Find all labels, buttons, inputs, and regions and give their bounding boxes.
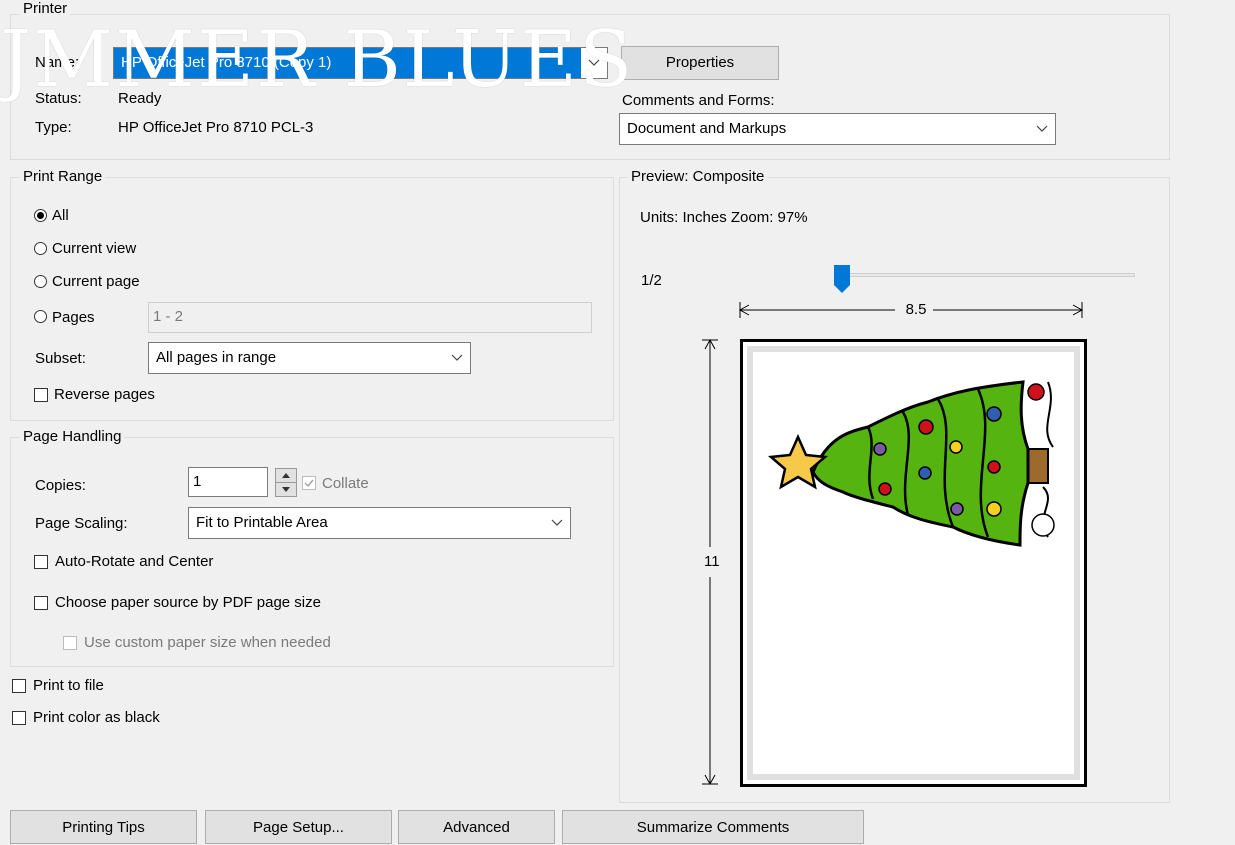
comments-forms-label: Comments and Forms: bbox=[622, 92, 775, 109]
radio-pages[interactable] bbox=[34, 310, 47, 323]
collate-checkbox[interactable] bbox=[302, 476, 316, 490]
copies-label: Copies: bbox=[35, 477, 86, 494]
chevron-down-icon bbox=[544, 508, 570, 538]
printing-tips-button[interactable]: Printing Tips bbox=[10, 810, 197, 844]
radio-current-view[interactable] bbox=[34, 242, 47, 255]
width-label: 8.5 bbox=[905, 301, 927, 318]
print-to-file-checkbox[interactable] bbox=[12, 679, 26, 693]
spin-up-icon[interactable] bbox=[275, 468, 297, 483]
christmas-tree-image bbox=[767, 380, 1055, 547]
page-handling-group bbox=[10, 437, 614, 667]
subset-label: Subset: bbox=[35, 350, 86, 367]
pages-input[interactable]: 1 - 2 bbox=[148, 302, 592, 333]
radio-current-page[interactable] bbox=[34, 275, 47, 288]
print-to-file-label: Print to file bbox=[33, 677, 104, 694]
radio-all-label: All bbox=[52, 207, 69, 224]
spin-down-icon[interactable] bbox=[275, 482, 297, 497]
copies-spinner[interactable] bbox=[275, 468, 297, 497]
reverse-pages-label: Reverse pages bbox=[54, 386, 155, 403]
page-scaling-value: Fit to Printable Area bbox=[196, 514, 328, 531]
auto-rotate-label: Auto-Rotate and Center bbox=[55, 553, 214, 570]
page-preview bbox=[740, 339, 1087, 787]
subset-select[interactable]: All pages in range bbox=[148, 342, 471, 374]
advanced-button[interactable]: Advanced bbox=[398, 810, 555, 844]
page-handling-label: Page Handling bbox=[20, 428, 125, 446]
page-indicator: 1/2 bbox=[641, 272, 662, 289]
chevron-down-icon bbox=[444, 343, 470, 373]
page-scaling-select[interactable]: Fit to Printable Area bbox=[188, 507, 571, 539]
print-color-black-checkbox[interactable] bbox=[12, 711, 26, 725]
copies-input[interactable]: 1 bbox=[188, 467, 268, 497]
comments-forms-value: Document and Markups bbox=[627, 120, 787, 137]
units-zoom-text: Units: Inches Zoom: 97% bbox=[640, 209, 808, 226]
collate-label: Collate bbox=[322, 475, 369, 492]
radio-current-page-label: Current page bbox=[52, 273, 140, 290]
preview-label: Preview: Composite bbox=[628, 168, 768, 186]
page-slider-track[interactable] bbox=[835, 273, 1135, 277]
properties-button[interactable]: Properties bbox=[621, 46, 779, 80]
comments-forms-select[interactable]: Document and Markups bbox=[619, 113, 1056, 145]
custom-paper-label: Use custom paper size when needed bbox=[84, 634, 331, 651]
radio-current-view-label: Current view bbox=[52, 240, 137, 257]
page-scaling-label: Page Scaling: bbox=[35, 515, 128, 532]
paper-source-label: Choose paper source by PDF page size bbox=[55, 594, 321, 611]
paper-source-checkbox[interactable] bbox=[34, 596, 48, 610]
print-range-group bbox=[10, 177, 614, 421]
radio-all[interactable] bbox=[34, 209, 47, 222]
height-label: 11 bbox=[704, 553, 720, 570]
subset-value: All pages in range bbox=[156, 349, 277, 366]
radio-pages-label: Pages bbox=[52, 309, 95, 326]
summarize-comments-button[interactable]: Summarize Comments bbox=[562, 810, 864, 844]
reverse-pages-checkbox[interactable] bbox=[34, 388, 48, 402]
chevron-down-icon bbox=[1029, 114, 1055, 144]
type-value: HP OfficeJet Pro 8710 PCL-3 bbox=[118, 119, 314, 136]
page-slider-thumb[interactable] bbox=[834, 265, 850, 293]
type-label: Type: bbox=[35, 119, 72, 136]
custom-paper-checkbox[interactable] bbox=[63, 636, 77, 650]
overlay-watermark-text: JMMER BLUES bbox=[0, 15, 635, 105]
print-color-black-label: Print color as black bbox=[33, 709, 160, 726]
page-setup-button[interactable]: Page Setup... bbox=[205, 810, 392, 844]
auto-rotate-checkbox[interactable] bbox=[34, 555, 48, 569]
print-range-label: Print Range bbox=[20, 168, 106, 186]
